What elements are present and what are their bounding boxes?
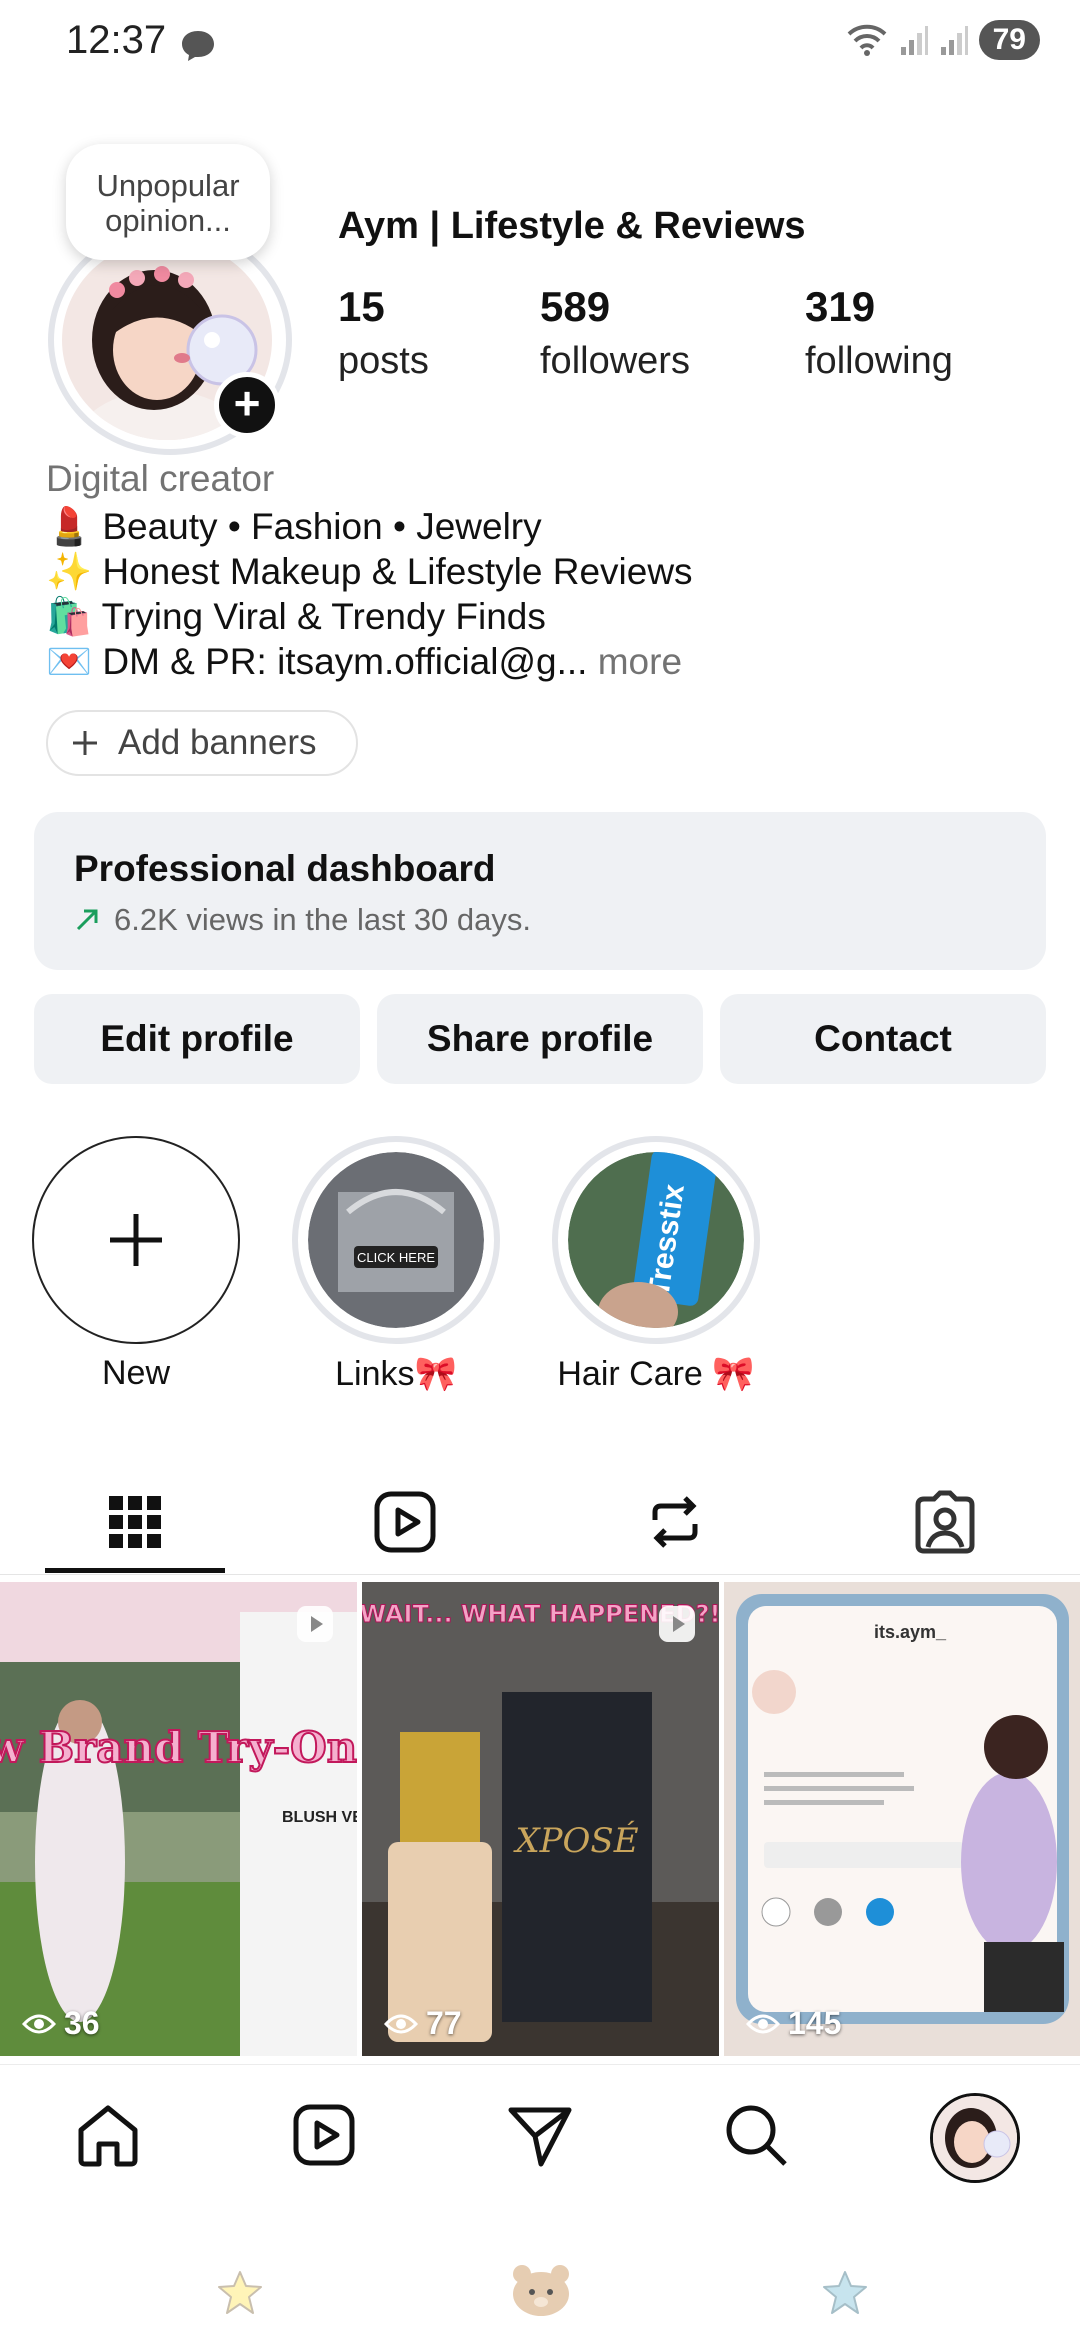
home-icon bbox=[78, 2105, 138, 2167]
highlight-links[interactable]: CLICK HERE bbox=[292, 1136, 500, 1344]
post-view-count: 36 bbox=[22, 2005, 100, 2042]
star-nav-button-2[interactable] bbox=[820, 2268, 870, 2323]
share-profile-button[interactable]: Share profile bbox=[377, 994, 703, 1084]
tab-reels[interactable] bbox=[270, 1470, 540, 1574]
view-count: 77 bbox=[426, 2005, 462, 2041]
tab-tagged[interactable] bbox=[810, 1470, 1080, 1574]
dashboard-subtitle: 6.2K views in the last 30 days. bbox=[74, 902, 531, 938]
battery-indicator: 79 bbox=[978, 20, 1040, 60]
reels-icon bbox=[374, 1491, 436, 1553]
add-story-button[interactable]: + bbox=[214, 372, 280, 438]
eye-icon bbox=[22, 2014, 56, 2033]
bio-line-last: 💌 DM & PR: itsaym.official@g... more bbox=[46, 641, 682, 684]
status-time: 12:37 bbox=[66, 18, 167, 62]
star-nav-button[interactable] bbox=[215, 2268, 265, 2323]
following-label[interactable]: following bbox=[805, 340, 953, 383]
active-tab-indicator bbox=[45, 1568, 225, 1573]
bio-line: 💄 Beauty • Fashion • Jewelry bbox=[46, 506, 542, 547]
status-bar: 12:37 79 bbox=[0, 0, 1080, 90]
bear-nav-button[interactable] bbox=[510, 2262, 572, 2323]
profile-tabs bbox=[0, 1470, 1080, 1575]
posts-count[interactable]: 15 bbox=[338, 283, 385, 331]
signal-icon-2 bbox=[940, 26, 968, 55]
post-header-text: its.aym_ bbox=[874, 1622, 947, 1642]
eye-icon bbox=[746, 2014, 780, 2033]
star-icon bbox=[218, 2271, 262, 2314]
reel-indicator-icon bbox=[659, 1606, 695, 1642]
add-banners-label: Add banners bbox=[118, 723, 317, 762]
edit-profile-button[interactable]: Edit profile bbox=[34, 994, 360, 1084]
post-thumbnail[interactable]: New Brand Try-On BLUSH VE 36 bbox=[0, 1582, 357, 2056]
post-side-text: BLUSH VE bbox=[282, 1809, 357, 1826]
plus-icon bbox=[73, 731, 97, 755]
wifi-icon bbox=[847, 24, 887, 56]
tab-grid[interactable] bbox=[0, 1470, 270, 1574]
bio-category: Digital creator bbox=[46, 458, 275, 499]
view-count: 36 bbox=[64, 2005, 100, 2041]
new-highlight-button[interactable] bbox=[32, 1136, 240, 1344]
system-icons: 79 bbox=[845, 20, 1040, 60]
contact-button[interactable]: Contact bbox=[720, 994, 1046, 1084]
reels-icon bbox=[293, 2104, 355, 2166]
highlight-label: Hair Care 🎀 bbox=[557, 1355, 755, 1393]
reposts-icon bbox=[652, 1496, 698, 1548]
highlight-label: Links🎀 bbox=[335, 1355, 457, 1393]
system-navigation-bar bbox=[0, 2210, 1080, 2340]
post-thumbnail[interactable]: its.aym_ 145 bbox=[724, 1582, 1080, 2056]
posts-label[interactable]: posts bbox=[338, 340, 429, 383]
chat-notification-icon bbox=[180, 28, 216, 67]
trending-up-icon bbox=[76, 909, 98, 931]
nav-reels[interactable] bbox=[284, 2095, 364, 2175]
followers-count[interactable]: 589 bbox=[540, 283, 610, 331]
send-icon bbox=[508, 2107, 572, 2167]
highlight-hair-care[interactable]: Tresstix bbox=[552, 1136, 760, 1344]
bear-icon bbox=[513, 2265, 569, 2316]
nav-search[interactable] bbox=[716, 2095, 796, 2175]
post-view-count: 145 bbox=[746, 2005, 841, 2042]
bio-more-link[interactable]: more bbox=[598, 641, 682, 682]
post-thumbnail[interactable]: "WAIT... WHAT HAPPENED?!" XPOSÉ 77 bbox=[362, 1582, 719, 2056]
professional-dashboard[interactable]: Professional dashboard 6.2K views in the… bbox=[34, 812, 1046, 970]
display-name: Aym | Lifestyle & Reviews bbox=[338, 205, 806, 247]
post-product-text: XPOSÉ bbox=[512, 1820, 638, 1861]
followers-label[interactable]: followers bbox=[540, 340, 690, 383]
eye-icon bbox=[384, 2014, 418, 2033]
grid-icon bbox=[109, 1496, 161, 1548]
nav-messages[interactable] bbox=[500, 2095, 580, 2175]
reel-indicator-icon bbox=[297, 1606, 333, 1642]
profile-avatar bbox=[933, 2096, 1017, 2180]
bio-line: ✨ Honest Makeup & Lifestyle Reviews bbox=[46, 551, 693, 592]
star-icon bbox=[823, 2271, 867, 2314]
highlight-label: New bbox=[101, 1354, 171, 1392]
note-bubble[interactable]: Unpopular opinion... bbox=[66, 144, 270, 260]
signal-icon bbox=[900, 26, 928, 55]
add-banners-button[interactable]: Add banners bbox=[46, 710, 358, 776]
post-overlay-title: New Brand Try-On bbox=[0, 1723, 357, 1772]
nav-home[interactable] bbox=[68, 2095, 148, 2175]
plus-icon bbox=[110, 1214, 162, 1266]
highlight-image-text: CLICK HERE bbox=[357, 1250, 435, 1265]
bottom-navigation bbox=[0, 2064, 1080, 2211]
post-view-count: 77 bbox=[384, 2005, 462, 2042]
nav-profile[interactable] bbox=[930, 2093, 1020, 2183]
dashboard-views: 6.2K views in the last 30 days. bbox=[114, 902, 532, 937]
bio-line: 🛍️ Trying Viral & Trendy Finds bbox=[46, 596, 546, 637]
search-icon bbox=[726, 2105, 787, 2166]
view-count: 145 bbox=[788, 2005, 842, 2041]
dashboard-title: Professional dashboard bbox=[74, 848, 496, 889]
following-count[interactable]: 319 bbox=[805, 283, 875, 331]
bio-email[interactable]: 💌 DM & PR: itsaym.official@g... bbox=[46, 641, 587, 682]
tab-reposts[interactable] bbox=[540, 1470, 810, 1574]
tagged-icon bbox=[915, 1490, 975, 1554]
